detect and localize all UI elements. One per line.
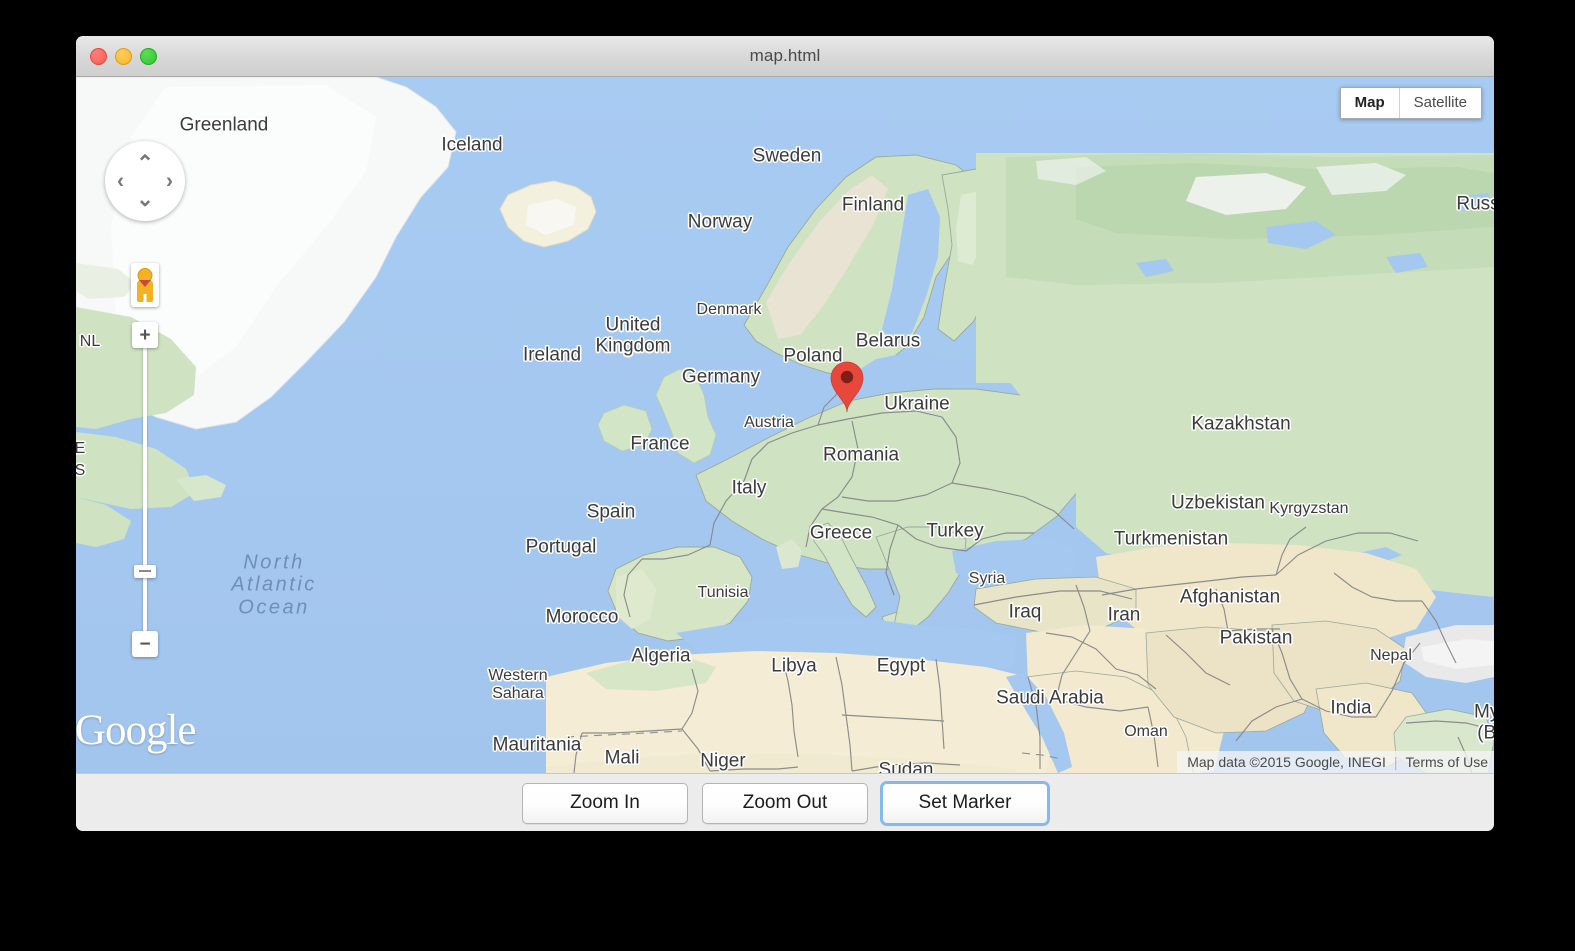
pan-up-icon[interactable]: ⌃ xyxy=(136,153,154,174)
app-window: map.html Greenland Iceland Sweden Norway… xyxy=(76,36,1494,831)
zoom-out-icon[interactable]: − xyxy=(132,631,158,657)
pan-left-icon[interactable]: ‹ xyxy=(117,171,124,192)
set-marker-button[interactable]: Set Marker xyxy=(882,782,1048,824)
attribution-separator: | xyxy=(1393,754,1398,770)
pegman-legs xyxy=(143,294,147,303)
terms-of-use-link[interactable]: Terms of Use xyxy=(1406,754,1488,770)
map-tiles xyxy=(76,77,1494,773)
bottom-toolbar: Zoom In Zoom Out Set Marker xyxy=(76,773,1494,831)
zoom-out-button[interactable]: Zoom Out xyxy=(702,782,868,824)
map-marker-pin[interactable] xyxy=(828,359,866,413)
zoom-in-button[interactable]: Zoom In xyxy=(522,782,688,824)
marker-center-dot xyxy=(840,370,854,384)
map-type-map[interactable]: Map xyxy=(1340,88,1399,118)
attribution-data-text: Map data ©2015 Google, INEGI xyxy=(1187,754,1386,770)
pan-control[interactable]: ⌃ ⌄ ‹ › xyxy=(105,141,185,221)
pan-right-icon[interactable]: › xyxy=(166,171,173,192)
map-canvas[interactable]: GreenlandIcelandSwedenNorwayFinlandRussD… xyxy=(76,77,1494,773)
map-type-control[interactable]: Map Satellite xyxy=(1339,87,1482,119)
pegman-streetview-icon[interactable] xyxy=(131,263,159,307)
marker-teardrop xyxy=(830,361,864,413)
pan-down-icon[interactable]: ⌄ xyxy=(136,189,154,210)
map-type-satellite[interactable]: Satellite xyxy=(1398,88,1481,118)
window-titlebar: map.html xyxy=(76,36,1494,77)
zoom-in-icon[interactable]: + xyxy=(132,322,158,348)
zoom-slider-handle[interactable] xyxy=(134,565,156,578)
map-attribution: Map data ©2015 Google, INEGI | Terms of … xyxy=(1177,751,1494,773)
zoom-slider-track[interactable] xyxy=(143,339,147,644)
pegman-collar xyxy=(139,280,151,287)
window-title: map.html xyxy=(749,46,821,65)
